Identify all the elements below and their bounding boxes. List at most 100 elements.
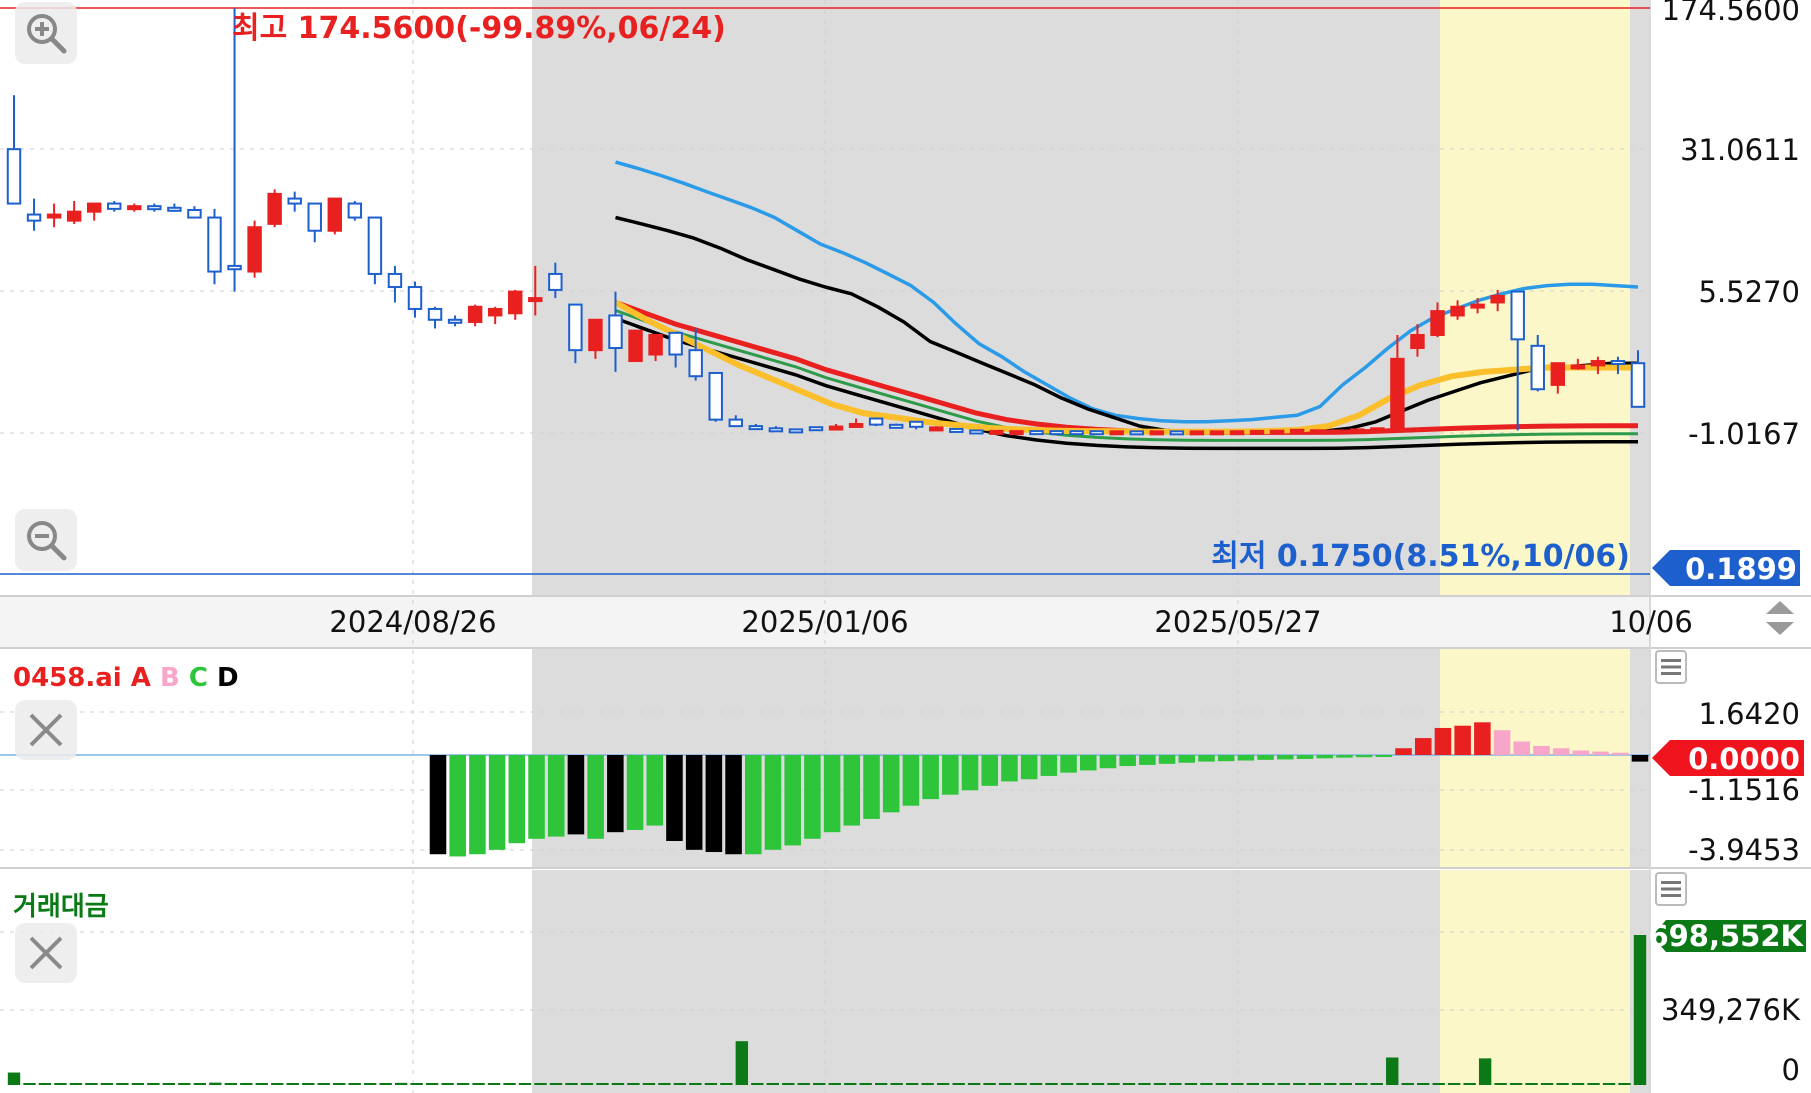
close-icon bbox=[29, 936, 63, 970]
volume-tick-1: 349,276K bbox=[1661, 993, 1801, 1027]
oscillator-bar bbox=[1257, 755, 1274, 760]
volume-bar bbox=[100, 1083, 114, 1085]
oscillator-bar bbox=[567, 755, 585, 835]
volume-bar bbox=[1231, 1083, 1244, 1085]
volume-bar bbox=[1618, 1083, 1631, 1085]
candle-body bbox=[1490, 294, 1505, 304]
oscillator-bar bbox=[429, 755, 447, 855]
volume-bar bbox=[1525, 1083, 1538, 1085]
oscillator-bar bbox=[666, 755, 683, 842]
candle-body bbox=[1249, 429, 1265, 435]
volume-bar bbox=[1587, 1083, 1600, 1085]
oscillator-bar bbox=[981, 755, 999, 786]
volume-bar bbox=[1339, 1083, 1352, 1085]
oscillator-bar bbox=[1277, 755, 1294, 760]
oscillator-close-button[interactable] bbox=[15, 700, 77, 760]
volume-bar bbox=[766, 1083, 779, 1085]
oscillator-legend-c: C bbox=[188, 663, 208, 693]
price-chart[interactable]: 최고 174.5600(-99.89%,06/24) 최저 0.1750(8.5… bbox=[0, 0, 1811, 1093]
oscillator-bar bbox=[1040, 755, 1058, 776]
oscillator-bar bbox=[1395, 748, 1412, 755]
zoom-in-button[interactable] bbox=[15, 2, 77, 64]
oscillator-bar bbox=[1020, 755, 1038, 780]
oscillator-bar bbox=[1060, 755, 1077, 773]
oscillator-bar bbox=[764, 755, 782, 850]
candle-body bbox=[788, 428, 804, 434]
candle-body bbox=[929, 426, 944, 432]
volume-bar bbox=[1138, 1083, 1151, 1085]
date-tick-3: 2025/05/27 bbox=[1154, 605, 1321, 639]
volume-bar bbox=[472, 1083, 485, 1085]
candle-body bbox=[1510, 290, 1525, 341]
volume-bar bbox=[38, 1083, 52, 1085]
candle-body bbox=[427, 307, 443, 321]
volume-bar bbox=[1277, 1083, 1291, 1085]
volume-bar bbox=[147, 1083, 160, 1085]
volume-bar bbox=[1045, 1083, 1058, 1085]
volume-bar bbox=[905, 1083, 919, 1085]
oscillator-bar bbox=[1375, 755, 1393, 757]
shade-region-vol bbox=[532, 870, 1440, 1093]
oscillator-bar bbox=[626, 755, 644, 830]
volume-bar bbox=[627, 1083, 640, 1085]
candle-body bbox=[648, 333, 663, 356]
oscillator-bar bbox=[1612, 752, 1629, 755]
oscillator-bar bbox=[1414, 738, 1432, 755]
oscillator-legend-d: D bbox=[217, 663, 239, 693]
candle-body bbox=[287, 197, 302, 205]
candle-body bbox=[888, 423, 904, 429]
candle-body bbox=[969, 429, 984, 435]
oscillator-bar bbox=[863, 755, 880, 819]
oscillator-bar bbox=[1355, 755, 1373, 758]
candle-body bbox=[467, 305, 483, 323]
candle-body bbox=[387, 272, 403, 289]
volume-title: 거래대금 bbox=[13, 892, 109, 922]
volume-bar bbox=[1246, 1083, 1260, 1085]
volume-bar bbox=[363, 1083, 377, 1085]
candle-body bbox=[1209, 430, 1225, 436]
oscillator-menu-button[interactable] bbox=[1655, 650, 1687, 684]
candle-body bbox=[447, 318, 463, 324]
volume-bar bbox=[1602, 1083, 1616, 1085]
oscillator-bar bbox=[1631, 755, 1649, 762]
volume-bar bbox=[534, 1083, 547, 1085]
volume-bar bbox=[1215, 1083, 1229, 1085]
candle-body bbox=[247, 226, 262, 273]
volume-bar bbox=[549, 1083, 563, 1085]
volume-bar bbox=[162, 1083, 176, 1085]
volume-bar bbox=[890, 1083, 903, 1085]
oscillator-bar bbox=[1099, 755, 1117, 769]
oscillator-bar bbox=[1513, 741, 1531, 755]
volume-bar bbox=[394, 1082, 408, 1085]
candle-body bbox=[347, 202, 363, 219]
shade-region-price-right bbox=[1630, 0, 1650, 596]
volume-bar bbox=[1633, 935, 1647, 1085]
volume-bar bbox=[1571, 1083, 1585, 1085]
volume-bar bbox=[85, 1083, 98, 1085]
candle-body bbox=[6, 148, 22, 205]
volume-bar bbox=[1184, 1083, 1198, 1085]
oscillator-bar bbox=[1178, 755, 1196, 763]
volume-bar bbox=[952, 1083, 965, 1085]
volume-bar bbox=[1478, 1058, 1492, 1085]
oscillator-bar bbox=[1296, 755, 1314, 759]
zoom-in-icon bbox=[27, 14, 67, 54]
volume-bar bbox=[1324, 1083, 1337, 1085]
candle-body bbox=[307, 202, 322, 232]
zoom-out-button[interactable] bbox=[15, 509, 77, 571]
volume-bar bbox=[565, 1083, 578, 1085]
oscillator-bar bbox=[547, 755, 565, 837]
menu-icon bbox=[1661, 881, 1681, 897]
candle-body bbox=[1430, 310, 1445, 336]
osc-tick-3: -3.9453 bbox=[1688, 833, 1800, 867]
candle-body bbox=[528, 297, 543, 303]
volume-menu-button[interactable] bbox=[1655, 872, 1687, 906]
volume-bar bbox=[209, 1082, 222, 1085]
volume-bar bbox=[936, 1083, 950, 1085]
volume-close-button[interactable] bbox=[15, 923, 77, 983]
volume-bar bbox=[859, 1083, 872, 1085]
candle-body bbox=[107, 202, 122, 210]
volume-bar bbox=[333, 1083, 346, 1085]
price-tick-4: -1.0167 bbox=[1688, 417, 1800, 451]
volume-bar bbox=[1556, 1083, 1569, 1085]
